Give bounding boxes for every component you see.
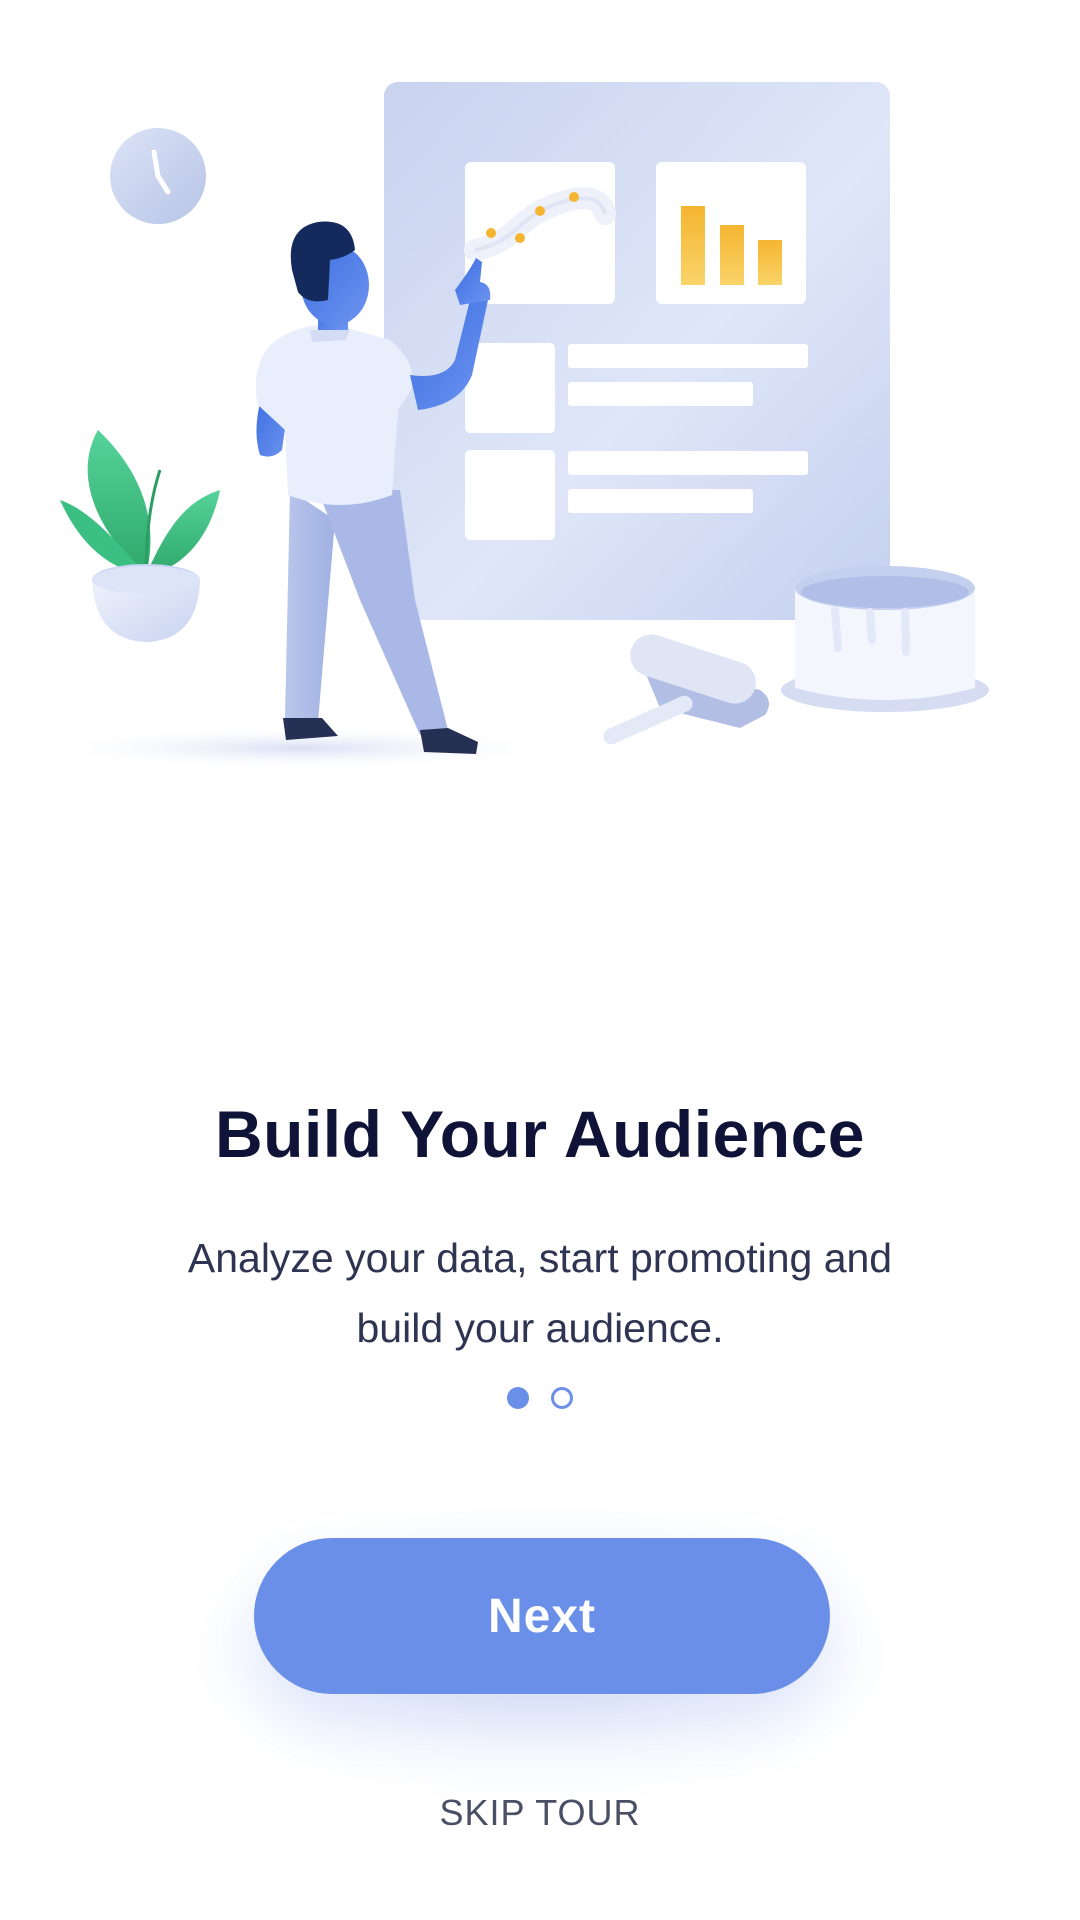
next-button-label: Next bbox=[487, 1589, 597, 1643]
description-line: build your audience. bbox=[356, 1305, 724, 1351]
page-dot-inactive[interactable] bbox=[551, 1387, 573, 1409]
paint-roller-icon bbox=[603, 634, 769, 745]
line-chart-icon bbox=[464, 162, 616, 304]
hero-illustration bbox=[0, 0, 1080, 820]
onboarding-screen: Build Your Audience Analyze your data, s… bbox=[0, 0, 1080, 1920]
next-button[interactable]: Next bbox=[254, 1538, 830, 1694]
description-line: Analyze your data, start promoting and bbox=[187, 1235, 893, 1281]
clock-icon bbox=[110, 128, 206, 224]
bar-chart-icon bbox=[656, 162, 806, 304]
page-dot-active[interactable] bbox=[507, 1387, 529, 1409]
page-indicator bbox=[0, 1385, 1080, 1411]
paint-bucket-icon bbox=[781, 566, 989, 712]
plant-icon bbox=[60, 430, 220, 642]
onboarding-description: Analyze your data, start promoting and b… bbox=[140, 1223, 940, 1363]
skip-tour-link[interactable]: SKIP TOUR bbox=[0, 1792, 1080, 1834]
onboarding-title: Build Your Audience bbox=[214, 1097, 865, 1172]
